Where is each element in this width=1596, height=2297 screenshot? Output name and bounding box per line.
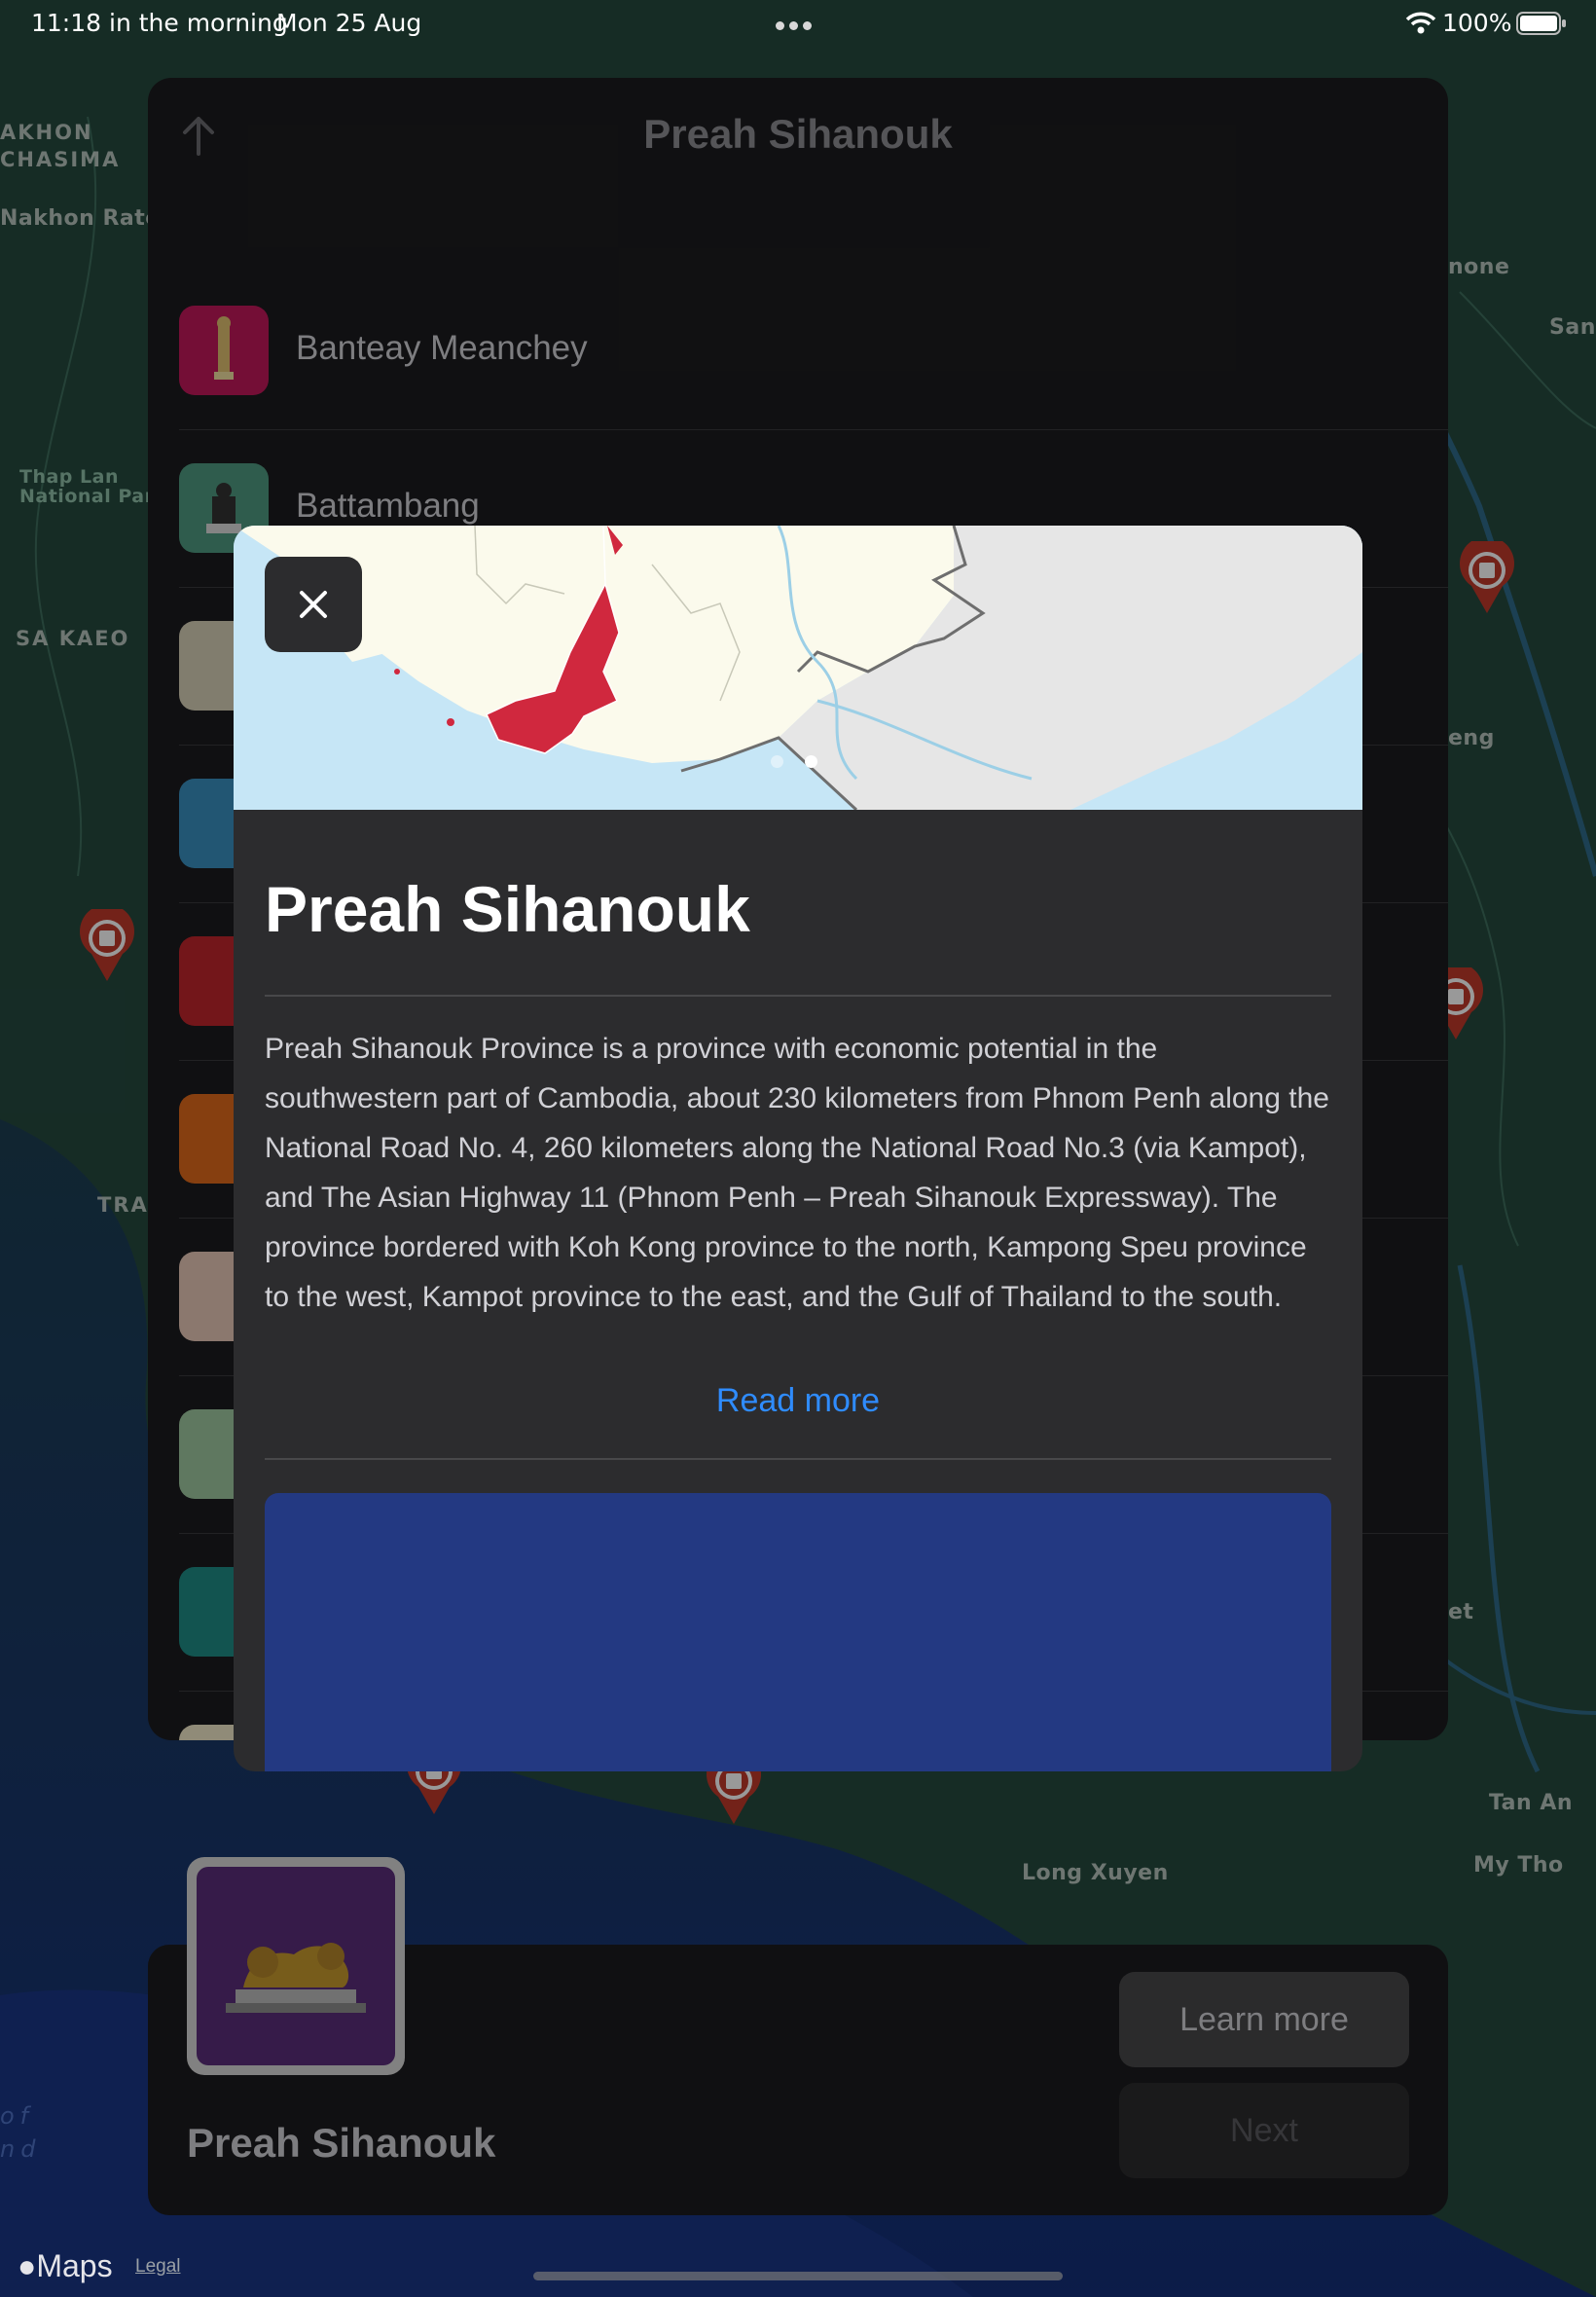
- page-dot[interactable]: [771, 755, 783, 768]
- close-button[interactable]: [265, 557, 362, 652]
- status-date: Mon 25 Aug: [276, 9, 422, 37]
- maps-attribution: ●Maps: [18, 2248, 113, 2284]
- page-dot-active[interactable]: [805, 755, 817, 768]
- read-more-link[interactable]: Read more: [234, 1382, 1362, 1420]
- divider: [265, 1458, 1331, 1460]
- province-description: Preah Sihanouk Province is a province wi…: [265, 1033, 1329, 1313]
- close-icon: [300, 591, 327, 618]
- home-indicator[interactable]: [533, 2272, 1063, 2280]
- ellipsis-icon[interactable]: [776, 18, 816, 35]
- media-preview[interactable]: [265, 1493, 1331, 1771]
- legal-link[interactable]: Legal: [135, 2256, 181, 2278]
- battery-full-icon: [1516, 12, 1566, 35]
- status-time: 11:18 in the morning: [31, 9, 288, 37]
- maps-label: Maps: [36, 2248, 113, 2283]
- province-map-carousel[interactable]: [234, 526, 1362, 810]
- carousel-page-indicator[interactable]: [771, 755, 839, 773]
- status-bar: 11:18 in the morning Mon 25 Aug 100%: [0, 0, 1596, 47]
- province-detail-modal: Preah Sihanouk Preah Sihanouk Province i…: [234, 526, 1362, 1771]
- battery-percentage: 100%: [1442, 9, 1512, 37]
- divider: [265, 995, 1331, 997]
- wifi-icon: [1405, 12, 1436, 34]
- modal-title: Preah Sihanouk: [265, 873, 750, 945]
- apple-logo-icon: ●: [18, 2248, 37, 2283]
